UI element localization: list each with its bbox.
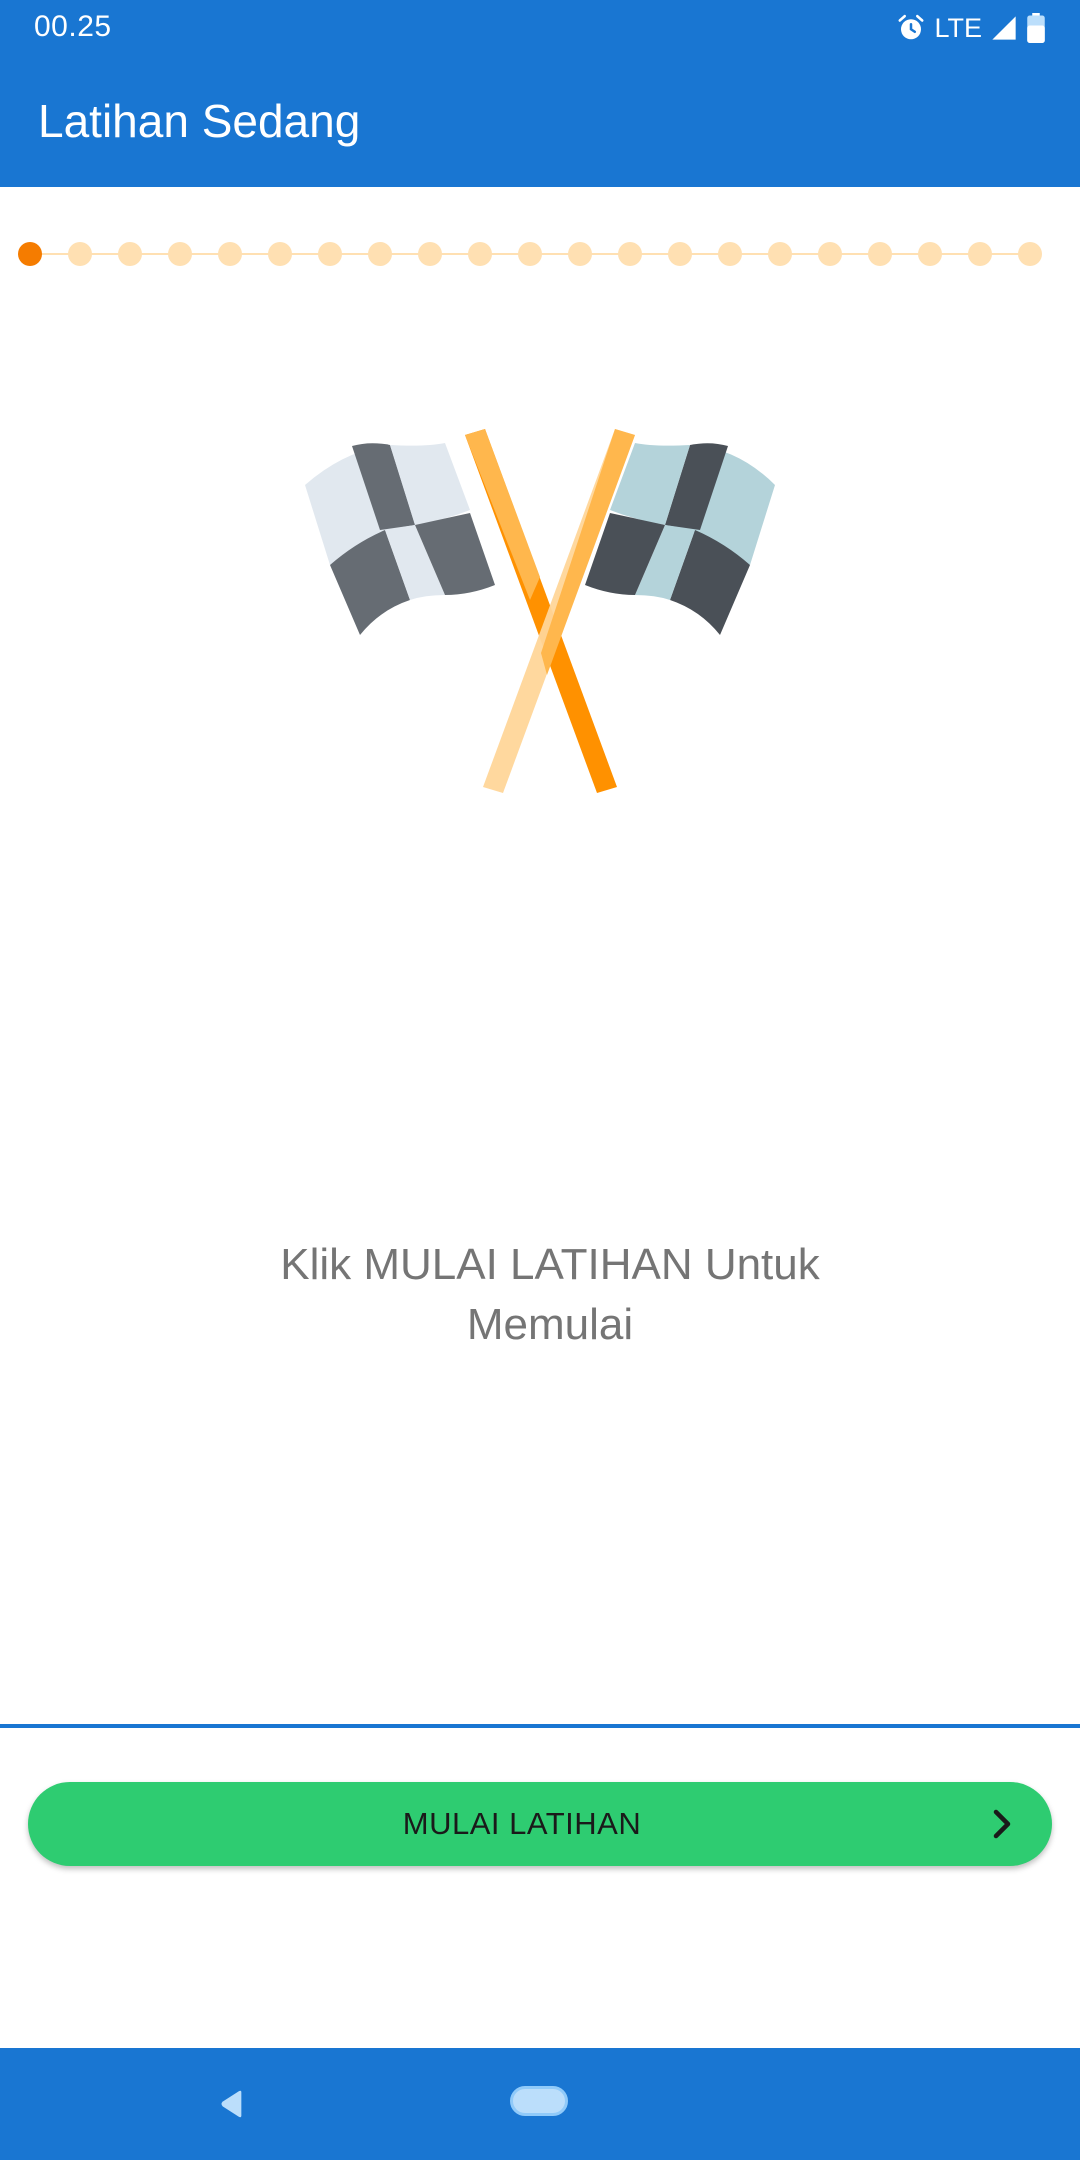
chevron-right-icon [993, 1809, 1011, 1839]
page-title: Latihan Sedang [38, 95, 361, 147]
step-dot [618, 242, 642, 266]
step-dot [818, 242, 842, 266]
step-dot [468, 242, 492, 266]
step-dot [918, 242, 942, 266]
step-dot [518, 242, 542, 266]
navigation-bar [0, 2048, 1080, 2160]
step-dot [1018, 242, 1042, 266]
status-time: 00.25 [34, 10, 112, 43]
step-dot [568, 242, 592, 266]
step-dot [168, 242, 192, 266]
step-dot [868, 242, 892, 266]
battery-icon [1027, 13, 1045, 43]
step-dot [968, 242, 992, 266]
start-exercise-label: MULAI LATIHAN [402, 1806, 642, 1841]
step-dot [418, 242, 442, 266]
checkered-flags-icon [305, 429, 775, 793]
step-dot [318, 242, 342, 266]
signal-icon [992, 16, 1016, 40]
step-progress [0, 234, 1080, 274]
step-dot [118, 242, 142, 266]
step-dot [768, 242, 792, 266]
network-type: LTE [934, 13, 982, 43]
step-dot-active [18, 242, 42, 266]
step-dot [268, 242, 292, 266]
status-icons: LTE [896, 10, 1046, 46]
app-bar: Latihan Sedang [0, 56, 1080, 187]
left-flag [305, 443, 495, 635]
step-dot [668, 242, 692, 266]
bottom-divider [0, 1724, 1080, 1728]
status-bar: 00.25 LTE [0, 0, 1080, 56]
instruction-text: Klik MULAI LATIHAN Untuk Memulai [200, 1235, 900, 1355]
step-dot [368, 242, 392, 266]
screen: 00.25 LTE Latihan Sedang Klik MULAI LATI… [0, 0, 1080, 2160]
step-dot [218, 242, 242, 266]
step-dot [68, 242, 92, 266]
instruction-line-1: Klik MULAI LATIHAN Untuk [280, 1240, 820, 1289]
back-icon[interactable] [218, 2090, 246, 2118]
alarm-icon [898, 14, 924, 40]
step-dot [718, 242, 742, 266]
instruction-line-2: Memulai [466, 1300, 634, 1349]
home-button[interactable] [510, 2086, 568, 2116]
start-exercise-button[interactable]: MULAI LATIHAN [28, 1782, 1052, 1866]
